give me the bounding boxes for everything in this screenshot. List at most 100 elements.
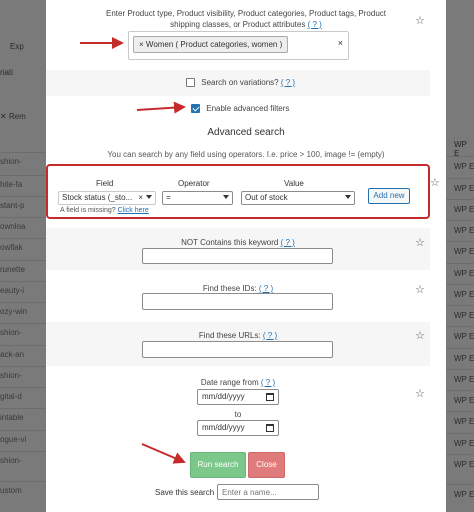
bg-row: shion- [0,451,46,471]
star-icon[interactable]: ☆ [415,331,425,342]
search-modal: Enter Product type, Product visibility, … [46,0,446,512]
find-urls-section: Find these URLs: ( ? ) [46,322,430,366]
date-range-label: Date range from [200,378,259,387]
bg-row: ownloa [0,217,46,237]
bg-row: WP E [446,454,474,474]
date-to-input[interactable]: mm/dd/yyyy [197,420,279,436]
bg-row: WP E [446,241,474,261]
chip-remove-icon[interactable]: × [139,40,144,49]
search-variations-label: Search on variations? [201,78,279,87]
product-types-description: Enter Product type, Product visibility, … [106,9,386,29]
chevron-down-icon [146,195,152,199]
bg-row: WP E [446,220,474,240]
advanced-filters-toggle: Enable advanced filters [191,104,290,114]
bg-row: WP E [446,284,474,304]
bg-row: WP E [446,263,474,283]
bg-label-export: Exp [10,42,24,51]
advanced-filter-row: Field Operator Value Stock status (_sto.… [46,164,430,219]
search-variations-section: Search on variations? ( ? ) [46,70,430,96]
bg-row: gital-d [0,387,46,407]
bg-row: WP E [446,433,474,453]
operator-header: Operator [178,179,210,188]
not-contains-label: NOT Contains this keyword [181,238,279,247]
help-link[interactable]: ( ? ) [281,78,295,87]
selected-chip: × Women ( Product categories, women ) [133,36,289,53]
chevron-down-icon [223,195,229,199]
bg-row: ogue-vi [0,430,46,450]
date-to-label: to [234,410,242,419]
add-new-button[interactable]: Add new [368,188,410,204]
bg-label-remove: ✕ Rem [0,112,26,121]
operator-select-value: = [166,193,171,202]
bg-row: WP E [446,484,474,504]
enable-advanced-filters-checkbox[interactable] [191,104,200,114]
close-button[interactable]: Close [248,452,285,478]
star-icon[interactable]: ☆ [415,389,425,400]
star-icon[interactable]: ☆ [415,16,425,27]
bg-row: intable [0,408,46,428]
bg-row: hite-fa [0,175,46,195]
value-select[interactable]: Out of stock [241,191,355,205]
product-types-select[interactable]: × Women ( Product categories, women ) × [128,31,349,60]
search-variations-checkbox[interactable] [186,78,195,88]
find-ids-input[interactable] [142,293,333,310]
bg-row: shion- [0,152,46,172]
value-select-value: Out of stock [245,193,288,202]
bg-row: WP E [446,326,474,346]
bg-row: WP E [446,348,474,368]
bg-row: eauty-i [0,281,46,301]
missing-field-note: A field is missing? Click here [60,207,149,214]
operator-select[interactable]: = [162,191,233,205]
bg-row: owflak [0,238,46,258]
bg-row: WP E [446,199,474,219]
calendar-icon[interactable] [266,424,274,432]
bg-row: ack-an [0,345,46,365]
help-link[interactable]: ( ? ) [308,20,322,29]
field-select-value: Stock status (_sto... [62,193,133,202]
chip-label: Women ( Product categories, women ) [145,40,283,49]
bg-row: WP E [446,305,474,325]
background-list-right: WP E WP E WP E WP E WP E WP E WP E WP E … [446,0,474,512]
save-search-label: Save this search [155,488,215,497]
bg-row: WP E [446,390,474,410]
not-contains-input[interactable] [142,248,333,264]
star-icon[interactable]: ☆ [415,285,425,296]
product-types-section: Enter Product type, Product visibility, … [46,0,446,68]
bg-row: WP E [446,156,474,176]
find-urls-label: Find these URLs: [198,331,261,340]
find-ids-label: Find these IDs: [202,284,257,293]
field-select[interactable]: Stock status (_sto... × [58,191,156,205]
star-icon[interactable]: ☆ [415,238,425,249]
star-icon[interactable]: ☆ [430,178,440,189]
bg-row: WP E [446,178,474,198]
bg-row: ozy-win [0,302,46,322]
field-header: Field [96,179,114,188]
advanced-search-title: Advanced search [207,127,285,138]
date-range-section: Date range from ( ? ) mm/dd/yyyy to mm/d… [46,372,430,444]
field-clear-icon[interactable]: × [138,192,143,204]
find-urls-input[interactable] [142,341,333,358]
help-link[interactable]: ( ? ) [263,331,277,340]
calendar-icon[interactable] [266,393,274,401]
bg-row: ustom [0,481,46,501]
run-search-button[interactable]: Run search [190,452,246,478]
not-contains-section: NOT Contains this keyword ( ? ) [46,228,430,270]
value-header: Value [284,179,304,188]
click-here-link[interactable]: Click here [118,207,149,214]
enable-advanced-filters-label: Enable advanced filters [206,104,290,113]
advanced-search-hint: You can search by any field using operat… [107,150,385,159]
save-search-input[interactable] [217,484,319,500]
clear-icon[interactable]: × [338,38,343,48]
background-list-left: Exp riati ✕ Rem shion- hite-fa stant-p o… [0,0,46,512]
bg-row: WP E [446,411,474,431]
help-link[interactable]: ( ? ) [281,238,295,247]
bg-label-variations: riati [0,68,13,77]
bg-row: stant-p [0,196,46,216]
date-from-input[interactable]: mm/dd/yyyy [197,389,279,405]
bg-row: WP E [446,369,474,389]
chevron-down-icon [345,195,351,199]
bg-row: shion- [0,366,46,386]
close-icon: ✕ [0,112,9,121]
help-link[interactable]: ( ? ) [261,378,275,387]
help-link[interactable]: ( ? ) [259,284,273,293]
